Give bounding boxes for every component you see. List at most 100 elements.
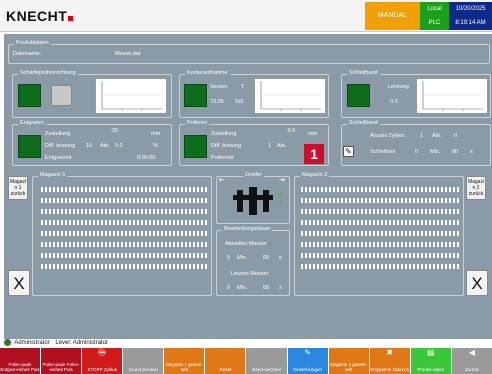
magazin-1-slot-row [41, 209, 209, 214]
user-name: Administrator [14, 340, 50, 347]
schleifzeit-label: Schleifzeit [370, 149, 396, 155]
main-panel: Produktdaten Dateiname: Messe.dat Schärf… [4, 34, 492, 339]
toolbar-label: Magazin 2 geweh-selt [330, 362, 368, 372]
status-bar: Administrator Level: Administrator [4, 339, 492, 348]
magazin-2-slot-row [301, 231, 459, 236]
pencil-icon: ✎ [304, 348, 311, 357]
aktuelles-min-value: 0 [227, 255, 231, 261]
sensor-value: T [241, 84, 245, 90]
magazin-1-back-button[interactable]: Magazi n 1 zurück [8, 176, 28, 200]
magazin-2-slot-row [301, 187, 459, 192]
toolbar-label: Polier-pade Polier-einheit Puls [42, 362, 80, 372]
toolbar-button-zurueck[interactable]: ◀ Zurück [451, 348, 492, 374]
contour-graph [254, 78, 326, 114]
diff-leistung-label: Diff. leistung [45, 143, 76, 149]
zustellung-value: -20 [110, 128, 118, 134]
status-lamp [184, 84, 207, 107]
percent-unit: % [153, 143, 158, 149]
leistung-value: 0.0 [390, 99, 398, 105]
local-indicator: Local [420, 2, 449, 16]
zustellung-label: Zustellung [45, 131, 71, 137]
magazin-1-clear-button[interactable]: X [8, 270, 30, 296]
akt-value: 0 [454, 133, 458, 139]
magazin-1-slot-row [41, 231, 209, 236]
toolbar-button-reset[interactable]: Reset [205, 348, 246, 374]
schleifband-group-2: Schleifband Anzahl Zyklen 1 Akt. 0 Schle… [341, 120, 491, 166]
letztes-sec-value: 00 [263, 285, 270, 291]
magazin-1-group: Magazin 1 [32, 172, 212, 296]
produktdaten-title: Produktdaten [14, 40, 51, 46]
min-label: Min. [237, 285, 248, 291]
anzahl-zyklen-label: Anzahl Zyklen [370, 133, 405, 139]
toolbar-button-magazin-2[interactable]: Magazin 2 geweh-selt [328, 348, 369, 374]
date-display: 10/20/2025 [449, 2, 492, 16]
sec-label: s [279, 285, 282, 291]
arrow-right-icon: ⇥ [279, 177, 285, 184]
contour-value-2: S/0 [235, 99, 244, 105]
schleifzeit-sec: 00 [452, 149, 459, 155]
toolbar-button-bandwechsel[interactable]: Band-wechsel [246, 348, 287, 374]
cancel-icon: ✖ [386, 348, 394, 357]
arrow-left-icon: ⇤ [219, 177, 225, 184]
toolbar-button-produktdaten[interactable]: ▤ Produk-daten [410, 348, 451, 374]
magazin-2-clear-button[interactable]: X [466, 270, 488, 296]
toolbar-button-grundposition[interactable]: Grund-position [123, 348, 164, 374]
akt-label: Akt. [277, 143, 287, 149]
diff-leistung-value: 1 [268, 143, 272, 149]
user-icon [4, 339, 11, 346]
toolbar-label: Einstel-lungen [293, 367, 322, 372]
document-icon: ▤ [427, 348, 435, 357]
user-level: Level: Administrator [55, 340, 109, 347]
dateiname-value: Messe.dat [115, 51, 141, 57]
toolbar-button-programm-abbruch[interactable]: ✖ Programm Abbruch [369, 348, 410, 374]
schaerfvorrichtung-group: Schärfeprüfvorrichtung [12, 70, 172, 118]
greifer-group: Greifer ⇤ ⇥ [216, 172, 290, 224]
status-lamp [347, 84, 370, 107]
akt-label: Akt. [432, 133, 442, 139]
bottom-toolbar: Polier-pade Entgrat-einheit Puls Polier-… [0, 348, 492, 374]
schleifband-title-2: Schleifband [347, 120, 380, 126]
schleifzeit-edit-icon[interactable]: ✎ [343, 146, 354, 157]
toolbar-button-stopp-zyklus[interactable]: ⛔ STOPP Zyklus [82, 348, 123, 374]
status-lamp [184, 135, 207, 158]
toolbar-button-einstellungen[interactable]: ✎ Einstel-lungen [287, 348, 328, 374]
plc-indicator: PLC [420, 16, 449, 30]
toolbar-label: Polier-pade Entgrat-einheit Puls [0, 362, 40, 372]
toolbar-button-magazin-1[interactable]: Magazin 1 geweh-selt [164, 348, 205, 374]
polierzeit-label: Polierzeit [211, 155, 234, 161]
toolbar-label: Reset [219, 367, 232, 372]
magazin-1-title: Magazin 1 [38, 172, 68, 178]
toggle-button[interactable] [51, 85, 72, 106]
zustellung-unit: mm [308, 131, 318, 137]
toolbar-label: Zurück [465, 367, 479, 372]
dateiname-label: Dateiname: [13, 51, 42, 57]
magazin-2-slot-row [301, 220, 459, 225]
magazin-2-slot-row [301, 253, 459, 258]
schleifband-group-1: Schleifband Leistung 0.0 [341, 70, 491, 118]
magazin-2-back-button[interactable]: Magazi n 2 zurück [466, 176, 486, 200]
mode-indicator: MANUAL [365, 2, 420, 30]
toolbar-button-polierpade-entgrat[interactable]: Polier-pade Entgrat-einheit Puls [0, 348, 41, 374]
sec-label: s [279, 255, 282, 261]
sec-label: s [470, 149, 473, 155]
belt-power-graph [416, 78, 488, 114]
polieren-title: Polieren [185, 120, 210, 126]
letztes-messer-label: Letztes Messer [231, 271, 269, 277]
magazin-1-slot-row [41, 187, 209, 192]
schleifband-title-1: Schleifband [347, 70, 380, 76]
akt-label: Akt. [100, 143, 110, 149]
anzahl-zyklen-value: 1 [420, 133, 424, 139]
greifer-title: Greifer [243, 172, 264, 178]
akt-value: 0.0 [115, 143, 123, 149]
status-lamp [18, 135, 41, 158]
back-arrow-icon: ◀ [468, 348, 475, 357]
time-display: 8:19:14 AM [449, 16, 492, 30]
letztes-min-value: 0 [227, 285, 231, 291]
zustellung-unit: mm [151, 131, 161, 137]
entgratzeit-label: Entgratzeit [45, 155, 72, 161]
schleifzeit-min: 0 [415, 149, 419, 155]
magazin-2-group: Magazin 2 [294, 172, 464, 296]
sensor-label: Sensor [210, 84, 228, 90]
magazin-1-slot-row [41, 220, 209, 225]
toolbar-button-polierpade-polier[interactable]: Polier-pade Polier-einheit Puls [41, 348, 82, 374]
